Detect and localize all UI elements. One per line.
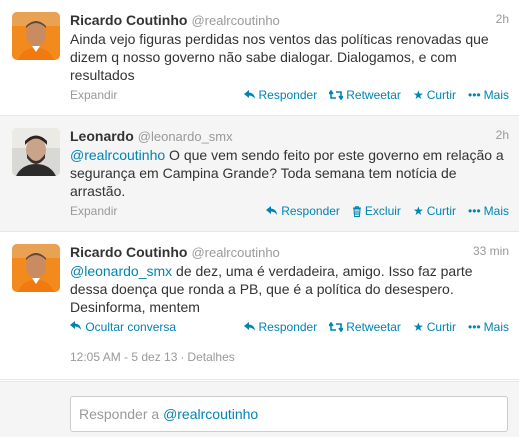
reply-arrow-icon: [266, 206, 278, 216]
avatar-ricardo[interactable]: [12, 12, 60, 60]
tweet-time[interactable]: 2h: [496, 12, 509, 26]
tweet-text: @realrcoutinho O que vem sendo feito por…: [70, 146, 510, 200]
author-name[interactable]: Ricardo Coutinho: [70, 12, 187, 28]
mention-link[interactable]: @leonardo_smx: [70, 263, 172, 279]
author-name[interactable]: Leonardo: [70, 128, 134, 144]
reply-arrow-icon: [243, 322, 256, 332]
reply-button[interactable]: Responder: [243, 88, 318, 102]
favorite-label: Curtir: [426, 88, 457, 102]
author-handle[interactable]: @realrcoutinho: [191, 245, 279, 260]
tweet-actions: Ocultar conversa Responder Retweetar ★ C…: [70, 320, 509, 336]
tweet-meta: 12:05 AM - 5 dez 13 · Detalhes: [70, 350, 235, 364]
more-button[interactable]: ••• Mais: [468, 204, 509, 218]
avatar-leonardo[interactable]: [12, 128, 60, 176]
tweet-1[interactable]: Ricardo Coutinho @realrcoutinho 2h Ainda …: [0, 0, 519, 116]
reply-arrow-icon: [243, 90, 256, 100]
favorite-label: Curtir: [426, 204, 457, 218]
tweet-text: @leonardo_smx de dez, uma é verdadeira, …: [70, 262, 510, 316]
tweet-timestamp[interactable]: 12:05 AM - 5 dez 13: [70, 350, 177, 364]
expand-link[interactable]: Expandir: [70, 88, 117, 102]
tweet-text: Ainda vejo figuras perdidas nos ventos d…: [70, 31, 489, 83]
more-label: Mais: [483, 88, 509, 102]
tweet-3[interactable]: Ricardo Coutinho @realrcoutinho 33 min @l…: [0, 232, 519, 380]
retweet-button[interactable]: Retweetar: [329, 88, 401, 102]
retweet-icon: [329, 90, 344, 100]
more-label: Mais: [483, 320, 509, 334]
tweet-header: Ricardo Coutinho @realrcoutinho 2h: [70, 12, 509, 30]
author-handle[interactable]: @leonardo_smx: [138, 129, 233, 144]
tweet-time[interactable]: 33 min: [473, 244, 509, 258]
reply-label: Responder: [258, 88, 318, 102]
author-name[interactable]: Ricardo Coutinho: [70, 244, 187, 260]
more-dots-icon: •••: [468, 320, 481, 334]
reply-button[interactable]: Responder: [266, 204, 340, 218]
reply-label: Responder: [281, 204, 340, 218]
tweet-time[interactable]: 2h: [496, 128, 509, 142]
avatar-ricardo[interactable]: [12, 244, 60, 292]
reply-area: Responder a @realrcoutinho: [0, 381, 519, 437]
favorite-button[interactable]: ★ Curtir: [413, 88, 456, 102]
author-handle[interactable]: @realrcoutinho: [191, 13, 279, 28]
more-dots-icon: •••: [468, 204, 481, 218]
reply-input[interactable]: Responder a @realrcoutinho: [70, 396, 508, 432]
reply-prefix: Responder a: [79, 406, 164, 422]
expand-link[interactable]: Expandir: [70, 204, 117, 218]
hide-conversation-label: Ocultar conversa: [85, 320, 177, 334]
details-link[interactable]: Detalhes: [187, 350, 234, 364]
tweet-header: Ricardo Coutinho @realrcoutinho 33 min: [70, 244, 509, 262]
tweet-actions: Expandir Responder Retweetar ★ Curtir ••…: [70, 88, 509, 104]
reply-mention: @realrcoutinho: [163, 406, 259, 422]
more-dots-icon: •••: [468, 88, 481, 102]
reply-label: Responder: [258, 320, 318, 334]
retweet-label: Retweetar: [346, 88, 401, 102]
favorite-label: Curtir: [426, 320, 457, 334]
delete-label: Excluir: [364, 204, 401, 218]
hide-conversation-link[interactable]: Ocultar conversa: [70, 320, 176, 334]
favorite-button[interactable]: ★ Curtir: [413, 204, 456, 218]
tweet-actions: Expandir Responder Excluir ★ Curtir ••• …: [70, 204, 509, 220]
delete-button[interactable]: Excluir: [352, 204, 401, 218]
retweet-button[interactable]: Retweetar: [329, 320, 401, 334]
star-icon: ★: [412, 88, 424, 102]
more-label: Mais: [483, 204, 509, 218]
more-button[interactable]: ••• Mais: [468, 88, 509, 102]
tweet-header: Leonardo @leonardo_smx 2h: [70, 128, 509, 146]
mention-link[interactable]: @realrcoutinho: [70, 147, 165, 163]
reply-button[interactable]: Responder: [243, 320, 318, 334]
separator: ·: [180, 350, 185, 364]
star-icon: ★: [412, 320, 424, 334]
more-button[interactable]: ••• Mais: [468, 320, 509, 334]
reply-arrow-icon: [70, 320, 82, 334]
retweet-label: Retweetar: [346, 320, 401, 334]
star-icon: ★: [412, 204, 424, 218]
tweet-2[interactable]: Leonardo @leonardo_smx 2h @realrcoutinho …: [0, 116, 519, 232]
retweet-icon: [329, 322, 344, 332]
trash-icon: [352, 205, 362, 217]
favorite-button[interactable]: ★ Curtir: [413, 320, 456, 334]
